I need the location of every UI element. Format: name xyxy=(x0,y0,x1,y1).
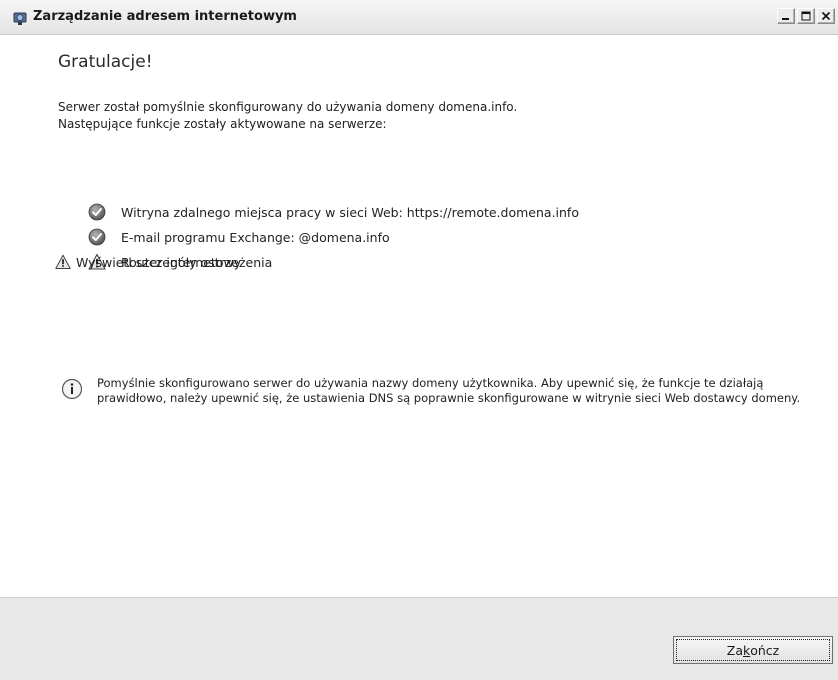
feature-item-remote-web: Witryna zdalnego miejsca pracy w sieci W… xyxy=(88,203,579,221)
view-warning-details-link[interactable]: Wyświetl szczegóły ostrzeżenia xyxy=(55,254,272,270)
minimize-icon[interactable] xyxy=(777,8,795,24)
close-icon[interactable] xyxy=(817,8,835,24)
feature-label: Witryna zdalnego miejsca pracy w sieci W… xyxy=(121,204,579,220)
info-text: Pomyślnie skonfigurowano serwer do używa… xyxy=(97,376,801,405)
feature-label: E-mail programu Exchange: @domena.info xyxy=(121,229,390,245)
warning-triangle-icon xyxy=(55,254,71,270)
finish-button[interactable]: Za k ończ xyxy=(673,636,833,664)
network-globe-icon xyxy=(13,11,27,25)
window-controls xyxy=(775,8,835,26)
title-bar[interactable]: Zarządzanie adresem internetowym xyxy=(0,0,838,35)
check-circle-icon xyxy=(88,203,106,221)
dialog-window: Zarządzanie adresem internetowym Gratula… xyxy=(0,0,838,680)
description-line: Serwer został pomyślnie skonfigurowany d… xyxy=(58,100,518,114)
feature-item-exchange-email: E-mail programu Exchange: @domena.info xyxy=(88,228,390,246)
description-line: Następujące funkcje zostały aktywowane n… xyxy=(58,117,387,131)
footer-bar: Za k ończ xyxy=(0,597,838,680)
finish-label-part: ończ xyxy=(750,642,780,658)
window-title: Zarządzanie adresem internetowym xyxy=(33,9,297,24)
warning-link-label[interactable]: Wyświetl szczegóły ostrzeżenia xyxy=(76,255,272,270)
info-message: Pomyślnie skonfigurowano serwer do używa… xyxy=(61,376,801,405)
finish-label-part: Za xyxy=(726,642,743,658)
check-circle-icon xyxy=(88,228,106,246)
maximize-icon[interactable] xyxy=(797,8,815,24)
page-title: Gratulacje! xyxy=(58,52,153,72)
finish-label-accelerator: k xyxy=(742,642,751,658)
description: Serwer został pomyślnie skonfigurowany d… xyxy=(58,99,517,133)
info-icon xyxy=(61,378,83,400)
